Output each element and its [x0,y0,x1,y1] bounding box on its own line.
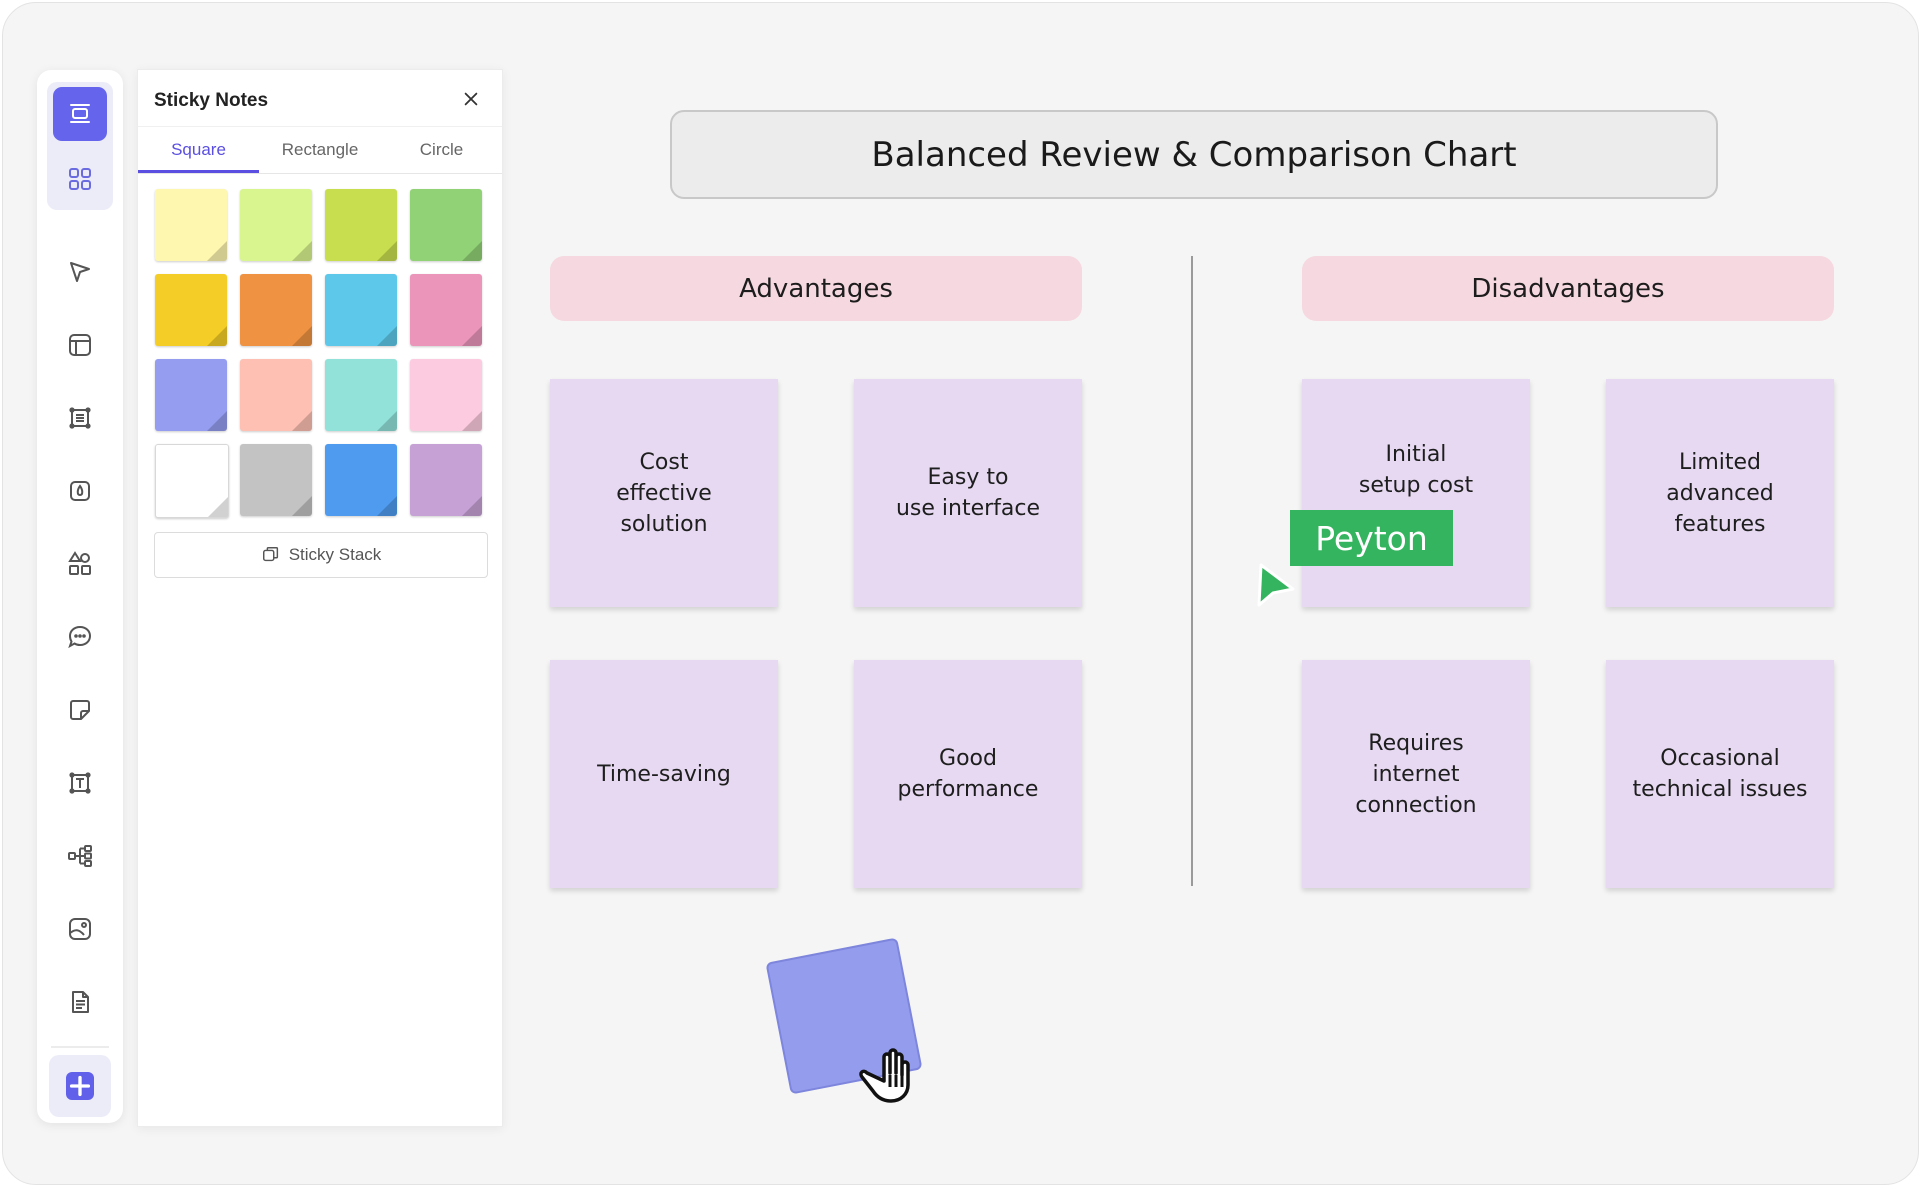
sticky-color-swatch[interactable] [325,444,397,516]
panel-title: Sticky Notes [154,90,269,111]
column-divider [1191,256,1193,886]
collaborator-name-tag: Peyton [1290,510,1453,566]
sticky-color-swatch[interactable] [155,359,227,431]
swatch-fold-cut [292,411,312,431]
swatch-fold-cut [208,497,228,517]
tab-square[interactable]: Square [138,127,259,173]
plus-icon [66,1072,94,1100]
frame-tool-button[interactable] [53,391,107,445]
sticky-color-swatch[interactable] [410,189,482,261]
swatch-fold-cut [377,411,397,431]
sticky-color-swatch[interactable] [410,274,482,346]
comment-tool-button[interactable] [53,610,107,664]
advantage-note[interactable]: Cost effective solution [550,379,778,607]
apps-button[interactable] [53,152,107,206]
mindmap-tool-button[interactable] [53,829,107,883]
text-tool-button[interactable] [53,756,107,810]
shapes-icon [68,551,91,575]
swatch-fold-cut [292,496,312,516]
sticky-stack-button[interactable]: Sticky Stack [154,532,488,578]
sticky-color-swatch[interactable] [155,444,229,518]
layout-icon [69,334,91,356]
disadvantages-header[interactable]: Disadvantages [1302,256,1834,321]
sticky-color-swatch[interactable] [325,189,397,261]
image-icon [69,918,91,940]
swatch-fold-cut [207,411,227,431]
advantages-header[interactable]: Advantages [550,256,1082,321]
advantage-note[interactable]: Easy to use interface [854,379,1082,607]
select-tool-button[interactable] [53,245,107,299]
comment-icon [68,625,92,649]
sticky-note-icon [70,700,90,720]
sticky-stack-label: Sticky Stack [288,545,382,564]
layout-tool-button[interactable] [53,318,107,372]
swatch-fold-cut [377,326,397,346]
sticky-color-swatch[interactable] [325,359,397,431]
sticky-color-swatch[interactable] [155,189,227,261]
swatch-fold-cut [207,241,227,261]
pen-tool-button[interactable] [53,464,107,518]
swatch-fold-cut [462,496,482,516]
document-icon [72,991,89,1013]
sticky-stack-icon [262,547,278,562]
templates-button[interactable] [53,87,107,141]
sticky-color-swatch[interactable] [155,274,227,346]
close-icon [464,92,478,106]
swatch-fold-cut [292,241,312,261]
close-button[interactable] [458,86,484,112]
disadvantage-note[interactable]: Requires internet connection [1302,660,1530,888]
add-button[interactable] [49,1055,111,1117]
swatch-fold-cut [462,326,482,346]
image-tool-button[interactable] [53,902,107,956]
sticky-color-swatch[interactable] [410,444,482,516]
swatch-fold-cut [462,241,482,261]
disadvantage-note[interactable]: Occasional technical issues [1606,660,1834,888]
sticky-color-swatch[interactable] [325,274,397,346]
document-tool-button[interactable] [53,975,107,1029]
shapes-tool-button[interactable] [53,537,107,591]
templates-icon [70,104,90,123]
sticky-color-swatch[interactable] [240,444,312,516]
text-icon [69,772,91,794]
disadvantage-note[interactable]: Limited advanced features [1606,379,1834,607]
mindmap-icon [68,845,92,867]
apps-grid-icon [69,168,91,190]
app-frame: Sticky Notes Square Rectangle Circle Sti… [2,2,1919,1185]
sticky-notes-panel: Sticky Notes Square Rectangle Circle Sti… [137,69,503,1127]
sticky-color-swatch[interactable] [410,359,482,431]
sticky-color-swatch[interactable] [240,274,312,346]
swatch-fold-cut [377,496,397,516]
board-title[interactable]: Balanced Review & Comparison Chart [670,110,1718,199]
pen-icon [70,481,90,501]
swatch-fold-cut [377,241,397,261]
swatch-fold-cut [207,326,227,346]
swatch-fold-cut [462,411,482,431]
tab-circle[interactable]: Circle [381,127,502,173]
frame-icon [69,407,91,429]
grab-hand-cursor-icon [859,1048,910,1103]
shape-tabs: Square Rectangle Circle [138,126,502,174]
toolbar-divider [51,1046,109,1048]
sticky-note-tool-button[interactable] [53,683,107,737]
tab-rectangle[interactable]: Rectangle [259,127,381,173]
disadvantage-note[interactable]: Initial setup cost [1302,379,1530,607]
left-toolbar [37,70,123,1123]
select-pointer-icon [70,262,90,282]
sticky-color-swatch[interactable] [240,189,312,261]
collaborator-cursor-icon [1257,563,1295,607]
disadvantage-note-text: Initial setup cost [1358,442,1474,498]
swatch-fold-cut [292,326,312,346]
advantage-note[interactable]: Time-saving [550,660,778,888]
sticky-color-swatch[interactable] [240,359,312,431]
advantage-note[interactable]: Good performance [854,660,1082,888]
